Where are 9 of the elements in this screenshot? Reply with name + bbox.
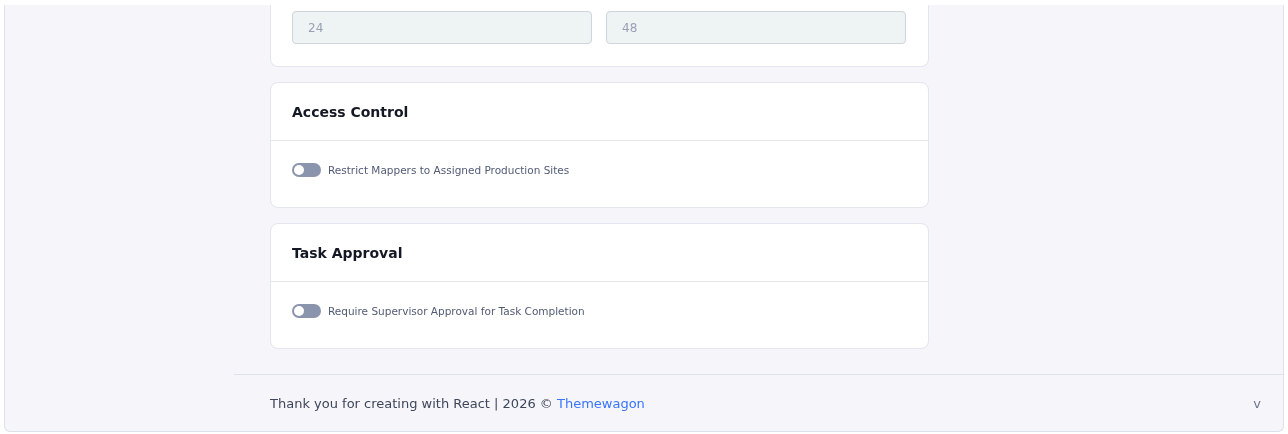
themewagon-link[interactable]: Themewagon	[556, 395, 645, 411]
footer-text: Thank you for creating with React | 2026 © Themewagon	[270, 395, 645, 411]
toggle-label: Require Supervisor Approval for Task Completion	[328, 305, 585, 317]
version-text: v	[1253, 395, 1261, 411]
card-title: Access Control	[292, 103, 409, 120]
toggle-label: Restrict Mappers to Assigned Production Sites	[328, 164, 570, 176]
card-title: Task Approval	[292, 244, 403, 261]
toggle-switch[interactable]	[292, 304, 321, 318]
toggle-switch[interactable]	[292, 163, 321, 177]
